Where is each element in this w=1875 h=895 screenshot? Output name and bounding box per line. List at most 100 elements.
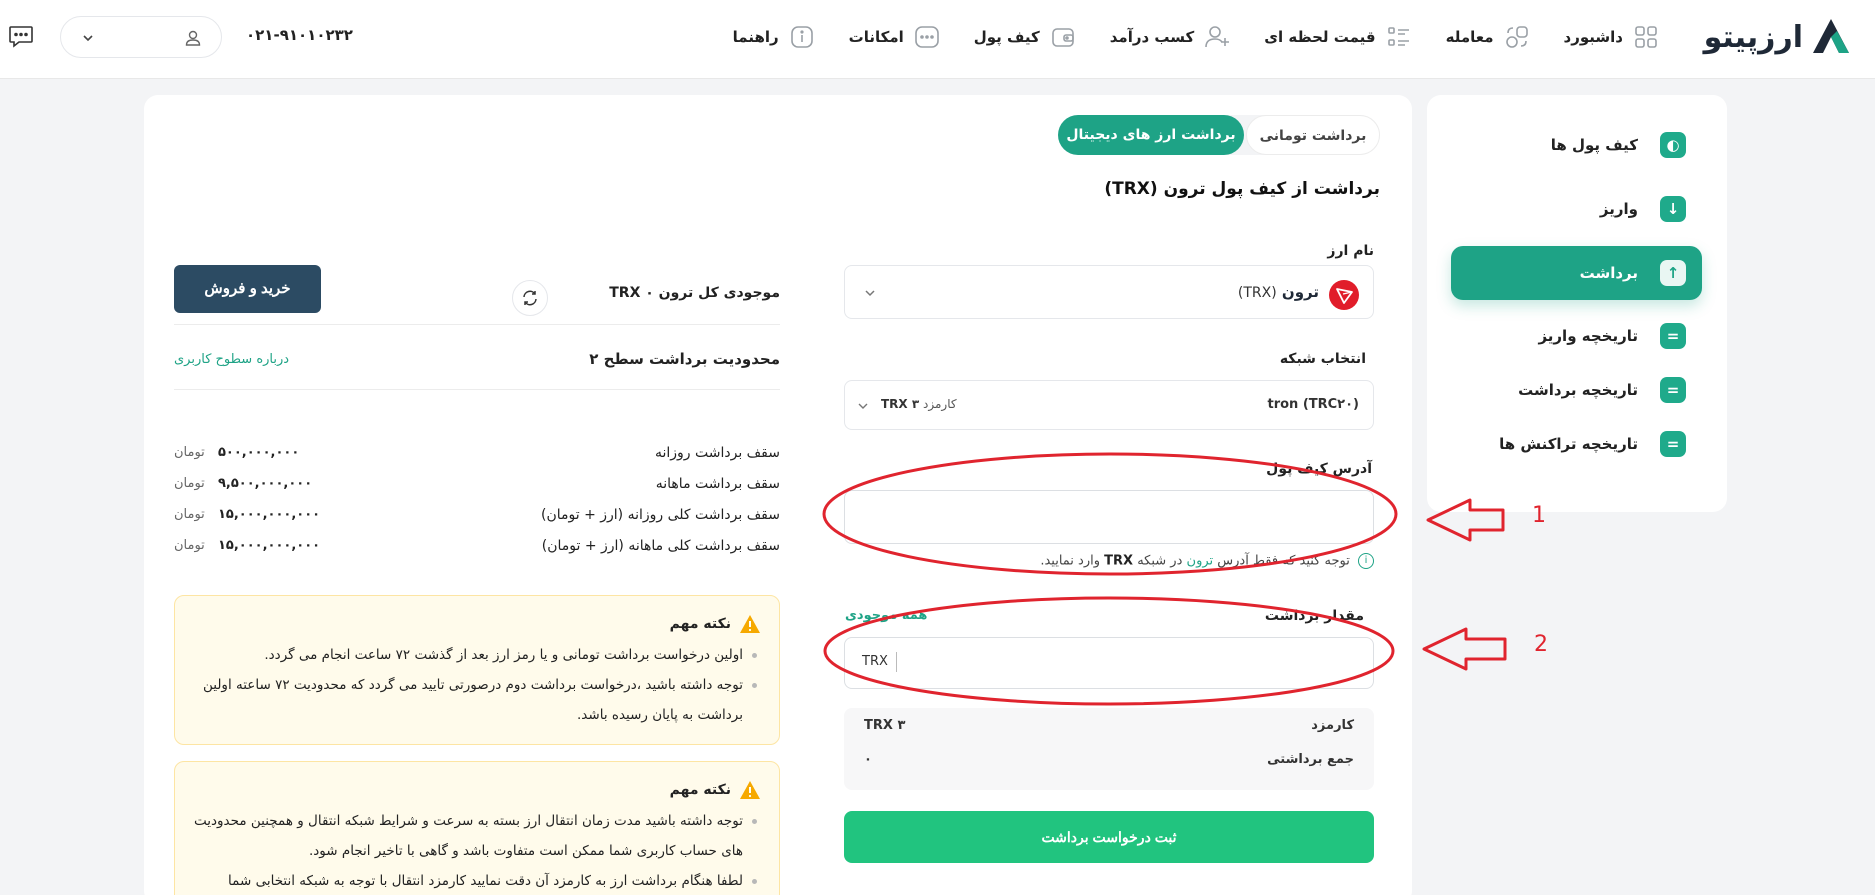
nav-dashboard[interactable]: داشبورد [1564, 24, 1659, 50]
limit-value: ۹,۵۰۰,۰۰۰,۰۰۰ [218, 476, 313, 491]
page-title: برداشت از کیف پول ترون (TRX) [1104, 179, 1380, 199]
hint-text-3: وارد نمایید. [1040, 553, 1101, 569]
wallet-icon: ◐ [1660, 132, 1686, 158]
note-item: لطفا هنگام برداشت ارز به کارمزد آن دقت ن… [193, 866, 757, 895]
sidebar-item-deposit[interactable]: ↓ واریز [1451, 182, 1702, 236]
nav-label: کیف پول [973, 28, 1040, 46]
nav-label: معامله [1445, 28, 1494, 46]
info-icon: i [1358, 553, 1374, 569]
sidebar-item-withdraw[interactable]: ↑ برداشت [1451, 246, 1702, 300]
tab-toman-withdraw[interactable]: برداشت تومانی [1246, 115, 1380, 155]
note-list: اولین درخواست برداشت تومانی و یا رمز ارز… [193, 640, 757, 730]
total-balance: موجودی کل ترون ۰ TRX [609, 285, 780, 301]
nav-earn[interactable]: کسب درآمد [1110, 24, 1231, 50]
top-header: ارزپیتو داشبورد معامله قیمت لحظه ای کسب … [0, 0, 1875, 79]
nav-label: امکانات [848, 28, 904, 46]
list-icon: = [1660, 377, 1686, 403]
logo[interactable]: ارزپیتو [1704, 16, 1853, 58]
buy-sell-button[interactable]: خرید و فروش [174, 265, 321, 313]
total-label: جمع برداشتی [1267, 752, 1354, 767]
sidebar-item-label: تاریخچه تراکنش ها [1499, 435, 1638, 453]
limit-unit: تومان [174, 538, 205, 553]
warning-icon [740, 781, 760, 799]
chat-support-icon[interactable] [7, 22, 35, 50]
wallet-address-label: آدرس کیف پول [1266, 461, 1372, 477]
network-name: tron (TRC۲۰) [1267, 397, 1359, 412]
limit-unit: تومان [174, 507, 205, 522]
withdraw-card: برداشت تومانی برداشت ارز های دیجیتال برد… [144, 95, 1412, 895]
wallet-address-hint: i توجه کنید که فقط آدرس ترون در شبکه TRX… [1040, 553, 1374, 569]
limit-value: ۱۵,۰۰۰,۰۰۰,۰۰۰ [218, 538, 321, 553]
wallet-icon [1050, 24, 1076, 50]
sidebar-item-transaction-history[interactable]: = تاریخچه تراکنش ها [1451, 417, 1702, 471]
note-title-text: نکته مهم [669, 782, 731, 798]
limit-row: سقف برداشت ماهانه ۹,۵۰۰,۰۰۰,۰۰۰ تومان [174, 476, 780, 500]
limit-label: سقف برداشت کلی ماهانه (ارز + تومان) [541, 538, 780, 554]
chevron-down-icon [865, 290, 875, 297]
withdraw-amount-label: مقدار برداشت [1264, 608, 1364, 624]
warning-icon [740, 615, 760, 633]
fee-value: ۳ TRX [864, 718, 906, 733]
tron-logo-icon [1329, 280, 1359, 310]
arrow-up-icon: ↑ [1660, 260, 1686, 286]
limit-label: سقف برداشت ماهانه [655, 476, 780, 492]
sidebar-item-wallets[interactable]: ◐ کیف پول ها [1451, 118, 1702, 172]
limit-label: سقف برداشت روزانه [654, 445, 780, 461]
wallet-sidebar: ◐ کیف پول ها ↓ واریز ↑ برداشت = تاریخچه … [1427, 95, 1727, 512]
balance-unit: TRX [609, 285, 641, 301]
nav-label: قیمت لحظه ای [1264, 28, 1376, 46]
nav-wallet[interactable]: کیف پول [974, 24, 1076, 50]
note-item: اولین درخواست برداشت تومانی و یا رمز ارز… [193, 640, 757, 670]
currency-name: ترون (TRX) [1238, 283, 1319, 301]
arrow-left-icon [1422, 627, 1507, 671]
currency-select[interactable]: ترون (TRX) [844, 265, 1374, 319]
wallet-address-input[interactable] [844, 490, 1374, 544]
list-icon: = [1660, 323, 1686, 349]
total-value: ۰ [864, 752, 872, 767]
sidebar-item-label: کیف پول ها [1550, 136, 1638, 154]
network-select[interactable]: tron (TRC۲۰) کارمزد ۳ TRX [844, 380, 1374, 430]
sidebar-item-label: واریز [1599, 200, 1638, 218]
hint-network: TRX [1104, 553, 1134, 569]
network-fee: کارمزد ۳ TRX [881, 397, 957, 411]
currency-name-text: ترون [1281, 283, 1319, 301]
currency-symbol: (TRX) [1237, 285, 1277, 301]
list-icon: = [1660, 431, 1686, 457]
input-caret [896, 652, 897, 672]
sidebar-item-deposit-history[interactable]: = تاریخچه واریز [1451, 309, 1702, 363]
important-note: نکته مهم توجه داشته باشید مدت زمان انتقا… [174, 761, 780, 895]
support-phone[interactable]: ۰۲۱-۹۱۰۱۰۲۳۲ [246, 26, 353, 44]
nav-features[interactable]: امکانات [849, 24, 940, 50]
hint-coin: ترون [1186, 553, 1214, 569]
user-menu[interactable] [60, 16, 222, 58]
nav-guide[interactable]: راهنما [733, 24, 815, 50]
user-levels-link[interactable]: درباره سطوح کاربری [174, 352, 289, 367]
arzpito-logo-icon [1813, 19, 1849, 53]
nav-live-price[interactable]: قیمت لحظه ای [1264, 24, 1411, 50]
nav-trade[interactable]: معامله [1446, 24, 1530, 50]
withdraw-summary: کارمزد ۳ TRX جمع برداشتی ۰ [844, 708, 1374, 790]
info-icon [789, 24, 815, 50]
withdraw-amount-input[interactable] [844, 637, 1374, 689]
note-title: نکته مهم [670, 780, 761, 800]
exchange-icon [1504, 24, 1530, 50]
refresh-balance-button[interactable] [512, 280, 548, 316]
limit-row: سقف برداشت کلی روزانه (ارز + تومان) ۱۵,۰… [174, 507, 780, 531]
submit-withdraw-button[interactable]: ثبت درخواست برداشت [844, 811, 1374, 863]
network-label: انتخاب شبکه [1279, 351, 1366, 367]
fee-row: کارمزد ۳ TRX [864, 718, 1354, 738]
sidebar-item-label: تاریخچه برداشت [1518, 381, 1638, 399]
nav-label: داشبورد [1563, 28, 1623, 46]
dots-icon [914, 24, 940, 50]
main-nav: داشبورد معامله قیمت لحظه ای کسب درآمد کی… [699, 20, 1659, 54]
tab-crypto-withdraw[interactable]: برداشت ارز های دیجیتال [1058, 115, 1244, 155]
total-row: جمع برداشتی ۰ [864, 752, 1354, 772]
sidebar-item-withdraw-history[interactable]: = تاریخچه برداشت [1451, 363, 1702, 417]
logo-text: ارزپیتو [1703, 19, 1803, 55]
balance-row: موجودی کل ترون ۰ TRX خرید و فروش [174, 265, 780, 325]
fee-label: کارمزد [1311, 718, 1354, 733]
all-balance-link[interactable]: همه موجودی [845, 608, 927, 623]
important-note: نکته مهم اولین درخواست برداشت تومانی و ی… [174, 595, 780, 745]
nav-label: راهنما [732, 28, 779, 46]
limits-title: محدودیت برداشت سطح ۲ [589, 350, 780, 368]
